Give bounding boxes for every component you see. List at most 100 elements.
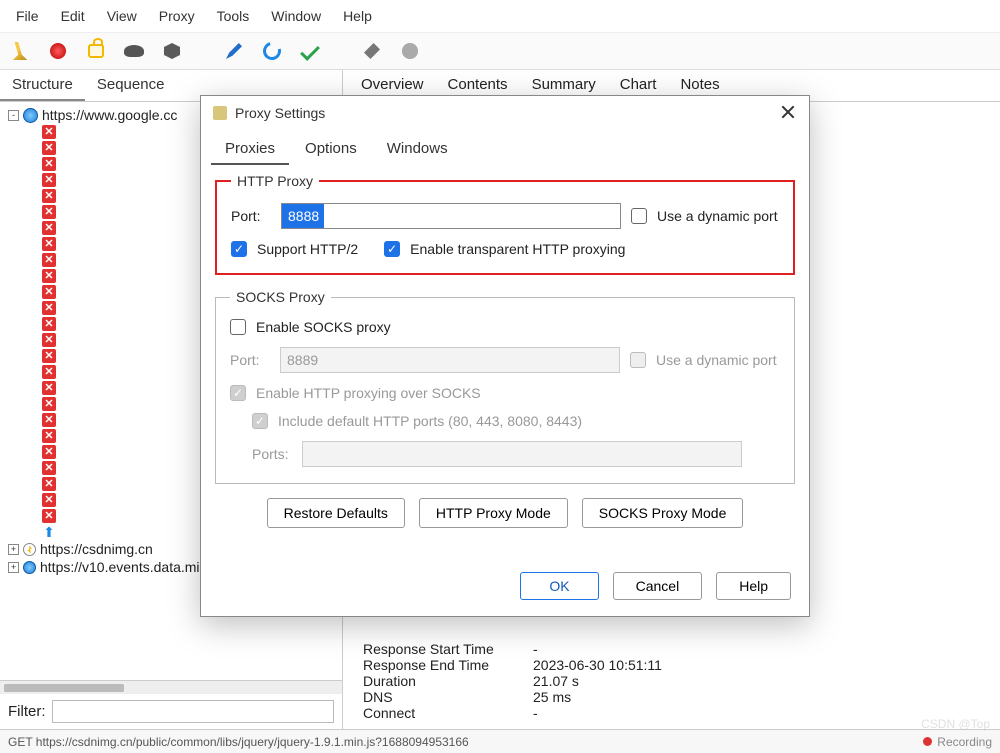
socks-port-input [280, 347, 620, 373]
dialog-title: Proxy Settings [235, 105, 325, 121]
error-icon: ✕ [42, 189, 56, 203]
socks-dynamic-checkbox [630, 352, 646, 368]
error-icon: ✕ [42, 125, 56, 139]
filter-input[interactable] [52, 700, 335, 723]
http-proxy-group: HTTP Proxy Port: Use a dynamic port ✓ Su… [215, 173, 795, 275]
http-over-socks-checkbox: ✓ [230, 385, 246, 401]
cancel-button[interactable]: Cancel [613, 572, 703, 600]
error-icon: ✕ [42, 141, 56, 155]
menu-view[interactable]: View [97, 4, 147, 28]
socks-proxy-group: SOCKS Proxy Enable SOCKS proxy Port: Use… [215, 289, 795, 484]
throttle-icon[interactable] [122, 39, 146, 63]
http-dynamic-checkbox[interactable] [631, 208, 647, 224]
http-dynamic-label: Use a dynamic port [657, 208, 778, 224]
error-icon: ✕ [42, 253, 56, 267]
ok-button[interactable]: OK [520, 572, 598, 600]
socks-port-label: Port: [230, 352, 270, 368]
error-icon: ✕ [42, 333, 56, 347]
detail-value: - [533, 705, 538, 721]
expander-icon[interactable]: + [8, 562, 19, 573]
close-icon[interactable] [779, 104, 797, 122]
detail-row: DNS 25 ms [363, 689, 980, 705]
world-icon [23, 108, 38, 123]
socks-proxy-mode-button[interactable]: SOCKS Proxy Mode [582, 498, 744, 528]
menu-help[interactable]: Help [333, 4, 382, 28]
support-http2-checkbox[interactable]: ✓ [231, 241, 247, 257]
record-dot-icon [923, 737, 932, 746]
socks-dynamic-label: Use a dynamic port [656, 352, 777, 368]
ssl-lock-icon[interactable] [84, 39, 108, 63]
tab-proxies[interactable]: Proxies [211, 134, 289, 165]
include-default-ports-checkbox: ✓ [252, 413, 268, 429]
menu-file[interactable]: File [6, 4, 49, 28]
expander-icon[interactable]: + [8, 544, 19, 555]
overview-details: Response Start Time - Response End Time … [363, 641, 980, 729]
detail-value: - [533, 641, 538, 657]
settings-icon[interactable] [398, 39, 422, 63]
error-icon: ✕ [42, 285, 56, 299]
http-proxy-mode-button[interactable]: HTTP Proxy Mode [419, 498, 568, 528]
detail-row: Connect - [363, 705, 980, 721]
filter-label: Filter: [8, 703, 46, 720]
breakpoint-icon[interactable] [160, 39, 184, 63]
record-icon[interactable] [46, 39, 70, 63]
watermark: CSDN @Top [921, 717, 990, 731]
detail-key: Response Start Time [363, 641, 533, 657]
menu-proxy[interactable]: Proxy [149, 4, 205, 28]
error-icon: ✕ [42, 509, 56, 523]
proxy-settings-dialog: Proxy Settings Proxies Options Windows H… [200, 95, 810, 617]
horizontal-scrollbar[interactable] [0, 680, 342, 694]
tab-structure[interactable]: Structure [0, 70, 85, 101]
detail-key: Connect [363, 705, 533, 721]
detail-value: 21.07 s [533, 673, 579, 689]
support-http2-label: Support HTTP/2 [257, 241, 358, 257]
detail-row: Response Start Time - [363, 641, 980, 657]
detail-key: Response End Time [363, 657, 533, 673]
detail-value: 25 ms [533, 689, 571, 705]
http-port-label: Port: [231, 208, 271, 224]
help-button[interactable]: Help [716, 572, 791, 600]
detail-key: Duration [363, 673, 533, 689]
tab-sequence[interactable]: Sequence [85, 70, 177, 101]
recording-indicator: Recording [923, 735, 992, 749]
enable-socks-checkbox[interactable] [230, 319, 246, 335]
detail-row: Response End Time 2023-06-30 10:51:11 [363, 657, 980, 673]
detail-value: 2023-06-30 10:51:11 [533, 657, 662, 673]
toolbar [0, 33, 1000, 70]
error-icon: ✕ [42, 365, 56, 379]
bolt-icon [23, 543, 36, 556]
include-default-ports-label: Include default HTTP ports (80, 443, 808… [278, 413, 582, 429]
error-icon: ✕ [42, 173, 56, 187]
broom-icon[interactable] [8, 39, 32, 63]
edit-icon[interactable] [222, 39, 246, 63]
tab-windows[interactable]: Windows [373, 134, 462, 165]
error-icon: ✕ [42, 237, 56, 251]
expander-icon[interactable]: - [8, 110, 19, 121]
tree-label: https://www.google.cc [42, 107, 177, 123]
app-icon [213, 106, 227, 120]
transparent-proxy-label: Enable transparent HTTP proxying [410, 241, 625, 257]
enable-socks-label: Enable SOCKS proxy [256, 319, 391, 335]
http-port-input[interactable] [281, 203, 621, 229]
menu-window[interactable]: Window [261, 4, 331, 28]
error-icon: ✕ [42, 493, 56, 507]
http-over-socks-label: Enable HTTP proxying over SOCKS [256, 385, 481, 401]
error-icon: ✕ [42, 397, 56, 411]
recording-label: Recording [937, 735, 992, 749]
menu-edit[interactable]: Edit [51, 4, 95, 28]
menu-tools[interactable]: Tools [207, 4, 260, 28]
restore-defaults-button[interactable]: Restore Defaults [267, 498, 405, 528]
menubar: File Edit View Proxy Tools Window Help [0, 0, 1000, 33]
error-icon: ✕ [42, 461, 56, 475]
refresh-icon[interactable] [260, 39, 284, 63]
transparent-proxy-checkbox[interactable]: ✓ [384, 241, 400, 257]
validate-icon[interactable] [298, 39, 322, 63]
error-icon: ✕ [42, 157, 56, 171]
tools-icon[interactable] [360, 39, 384, 63]
tab-options[interactable]: Options [291, 134, 371, 165]
error-icon: ✕ [42, 349, 56, 363]
statusbar: GET https://csdnimg.cn/public/common/lib… [0, 729, 1000, 753]
detail-key: DNS [363, 689, 533, 705]
error-icon: ✕ [42, 205, 56, 219]
socks-ports-input [302, 441, 742, 467]
